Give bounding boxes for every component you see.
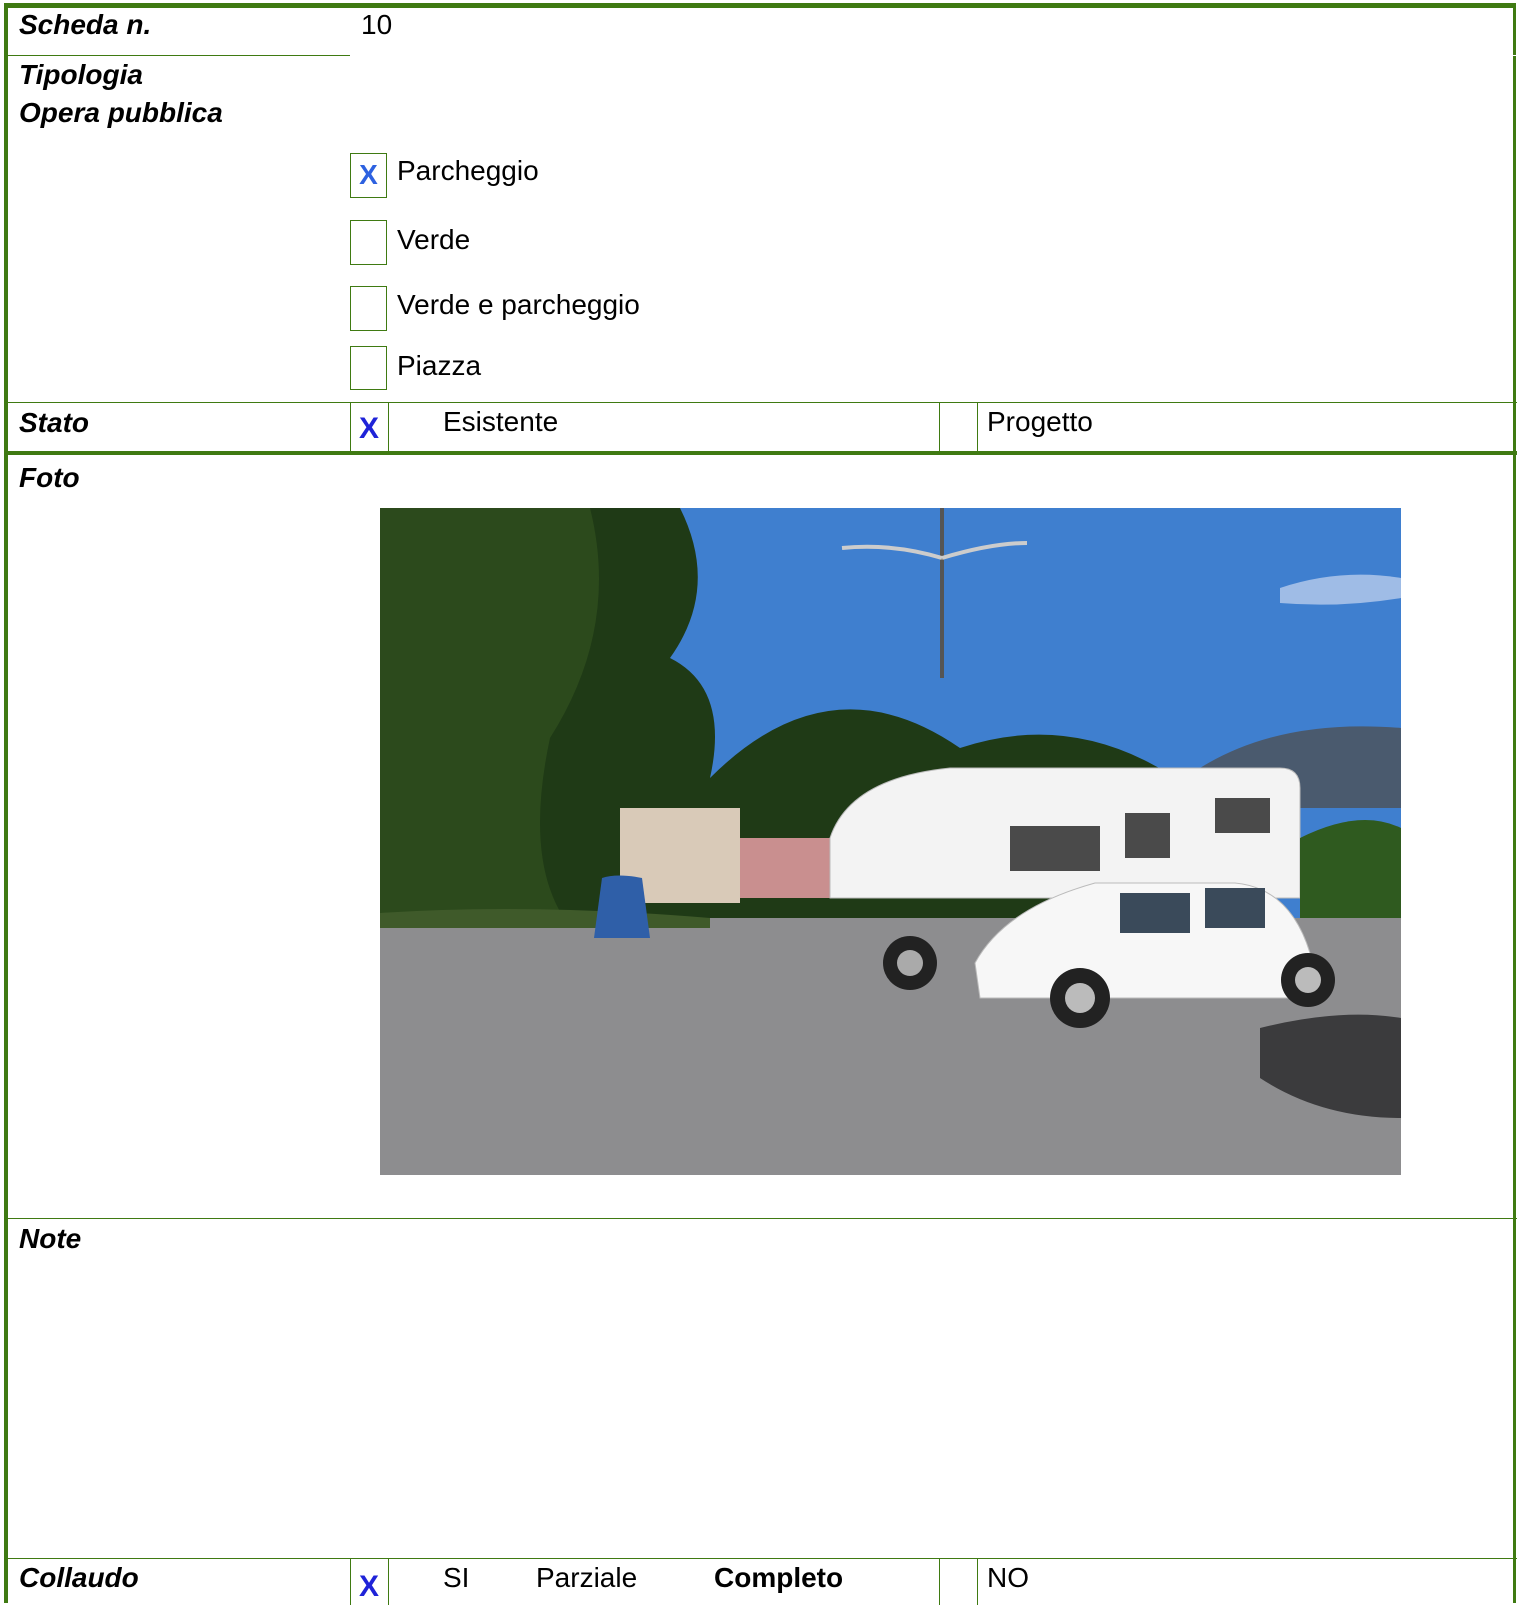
collaudo-label: Collaudo xyxy=(19,1562,139,1593)
collaudo-completo-label: Completo xyxy=(714,1562,844,1593)
stato-esistente-label: Esistente xyxy=(443,406,559,437)
verde-checkbox[interactable] xyxy=(350,220,387,265)
parcheggio-option-label: Parcheggio xyxy=(397,155,539,186)
divider xyxy=(939,402,940,452)
verde-option-label: Verde xyxy=(397,224,471,255)
parking-lot-photo xyxy=(380,508,1401,1175)
piazza-option-label: Piazza xyxy=(397,350,482,381)
foto-label: Foto xyxy=(19,462,80,493)
verde-e-parcheggio-checkbox[interactable] xyxy=(350,286,387,331)
divider xyxy=(977,1558,978,1605)
divider xyxy=(350,55,1517,56)
divider xyxy=(977,402,978,452)
piazza-checkbox[interactable] xyxy=(350,346,387,390)
stato-label: Stato xyxy=(19,407,89,438)
divider xyxy=(8,451,1517,455)
parcheggio-checkbox[interactable]: X xyxy=(350,153,387,198)
collaudo-si-label: SI xyxy=(443,1562,470,1593)
check-x-mark: X xyxy=(359,159,378,190)
divider xyxy=(388,402,389,452)
divider xyxy=(8,1558,1517,1559)
collaudo-si-x-mark: X xyxy=(359,1570,380,1603)
verde-e-parcheggio-option-label: Verde e parcheggio xyxy=(397,289,640,320)
scheda-number: 10 xyxy=(361,9,393,40)
divider xyxy=(328,5,350,7)
stato-progetto-label: Progetto xyxy=(987,406,1093,437)
divider xyxy=(939,1558,940,1605)
divider xyxy=(350,402,351,452)
divider xyxy=(388,1558,389,1605)
divider xyxy=(8,1218,1517,1219)
tipologia-label: Tipologia xyxy=(19,59,143,90)
stato-esistente-x-mark: X xyxy=(359,412,380,445)
collaudo-no-label: NO xyxy=(987,1562,1029,1593)
collaudo-parziale-label: Parziale xyxy=(536,1562,638,1593)
note-label: Note xyxy=(19,1223,82,1254)
scheda-label: Scheda n. xyxy=(19,9,152,40)
opera-pubblica-label: Opera pubblica xyxy=(19,97,223,128)
divider xyxy=(350,1558,351,1605)
divider xyxy=(8,402,1517,403)
